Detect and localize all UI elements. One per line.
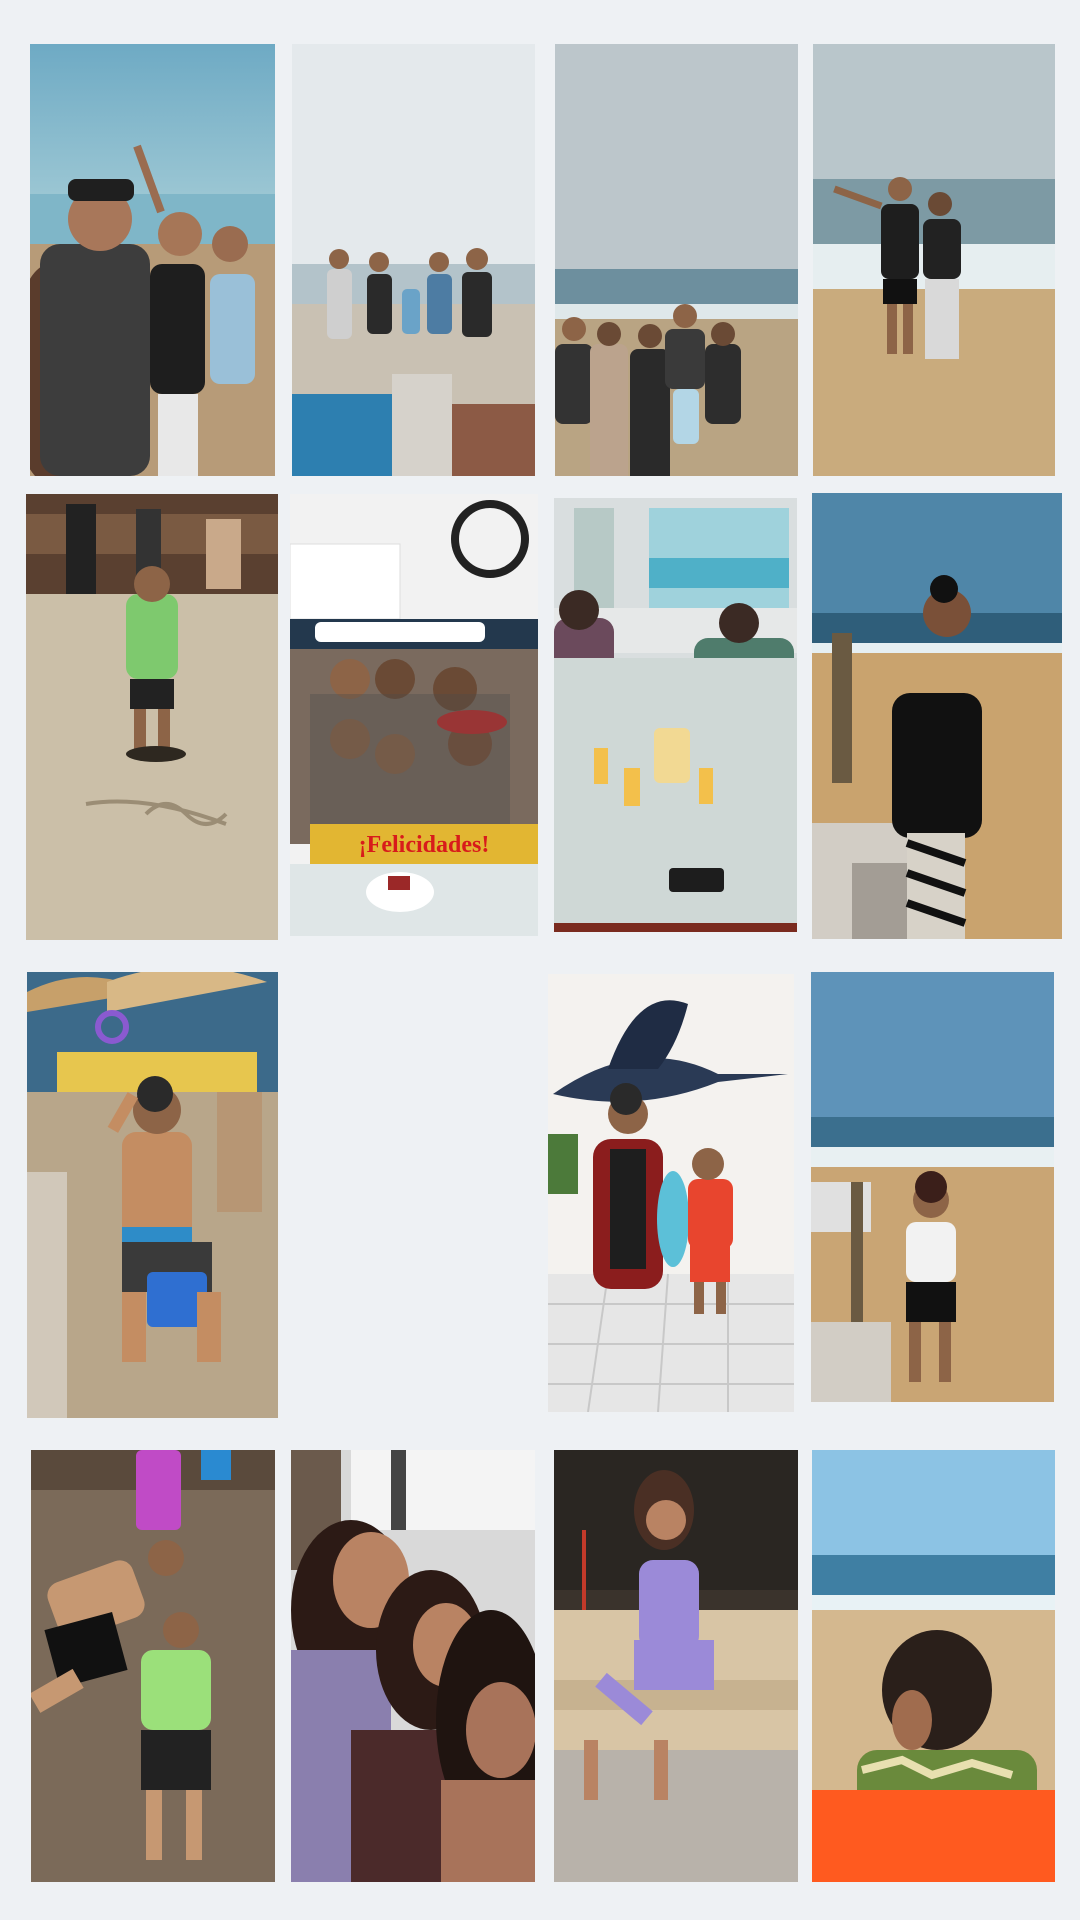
photo-boy-on-cooler[interactable] xyxy=(27,972,278,1418)
photo-woman-on-beach-steps[interactable] xyxy=(812,493,1062,939)
photo-birthday-frame-group[interactable]: ¡Felicidades! xyxy=(290,494,538,936)
photo-woman-on-beach-rail[interactable] xyxy=(811,972,1054,1402)
photo-couple-on-beach[interactable] xyxy=(813,44,1055,476)
photo-boy-on-sand-with-writing[interactable] xyxy=(26,494,278,940)
photo-woman-sitting-at-night[interactable] xyxy=(554,1450,798,1882)
photo-three-women-selfie[interactable] xyxy=(291,1450,535,1882)
empty-cell xyxy=(292,972,535,1418)
photo-family-on-beach[interactable] xyxy=(555,44,798,476)
photo-restaurant-table[interactable] xyxy=(554,498,797,932)
photo-woman-and-boy-under-marlin[interactable] xyxy=(548,974,794,1412)
photo-man-and-boy-lying-on-sand[interactable] xyxy=(31,1450,275,1882)
photo-group-by-pool[interactable] xyxy=(292,44,535,476)
photo-boy-with-towel-at-sea[interactable] xyxy=(812,1450,1055,1882)
photo-beach-group-selfie[interactable] xyxy=(30,44,275,476)
felicidades-banner: ¡Felicidades! xyxy=(359,832,490,858)
